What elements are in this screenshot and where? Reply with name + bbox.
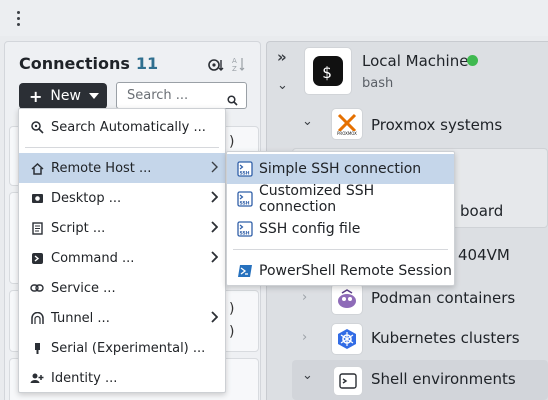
shell-icon xyxy=(333,366,363,396)
collapse-all-icon[interactable]: » xyxy=(277,48,287,66)
text-fragment: ) xyxy=(229,324,235,340)
command-icon xyxy=(29,250,45,266)
local-machine-label[interactable]: Local Machine xyxy=(362,52,468,70)
chevron-right-icon xyxy=(210,221,219,237)
search-icon xyxy=(227,90,238,115)
chevron-down-icon[interactable]: ⌄ xyxy=(302,114,313,129)
menu-item-script[interactable]: Script ... xyxy=(19,213,225,243)
menu-item-label: Remote Host ... xyxy=(51,160,152,176)
home-icon xyxy=(29,160,45,176)
menu-separator xyxy=(25,147,219,148)
search-auto-icon xyxy=(29,119,45,135)
new-button-label: New xyxy=(50,88,81,104)
svg-text:SSH: SSH xyxy=(240,171,250,177)
submenu-item-powershell[interactable]: PowerShell Remote Session xyxy=(227,256,454,286)
sort-controls: AZ xyxy=(208,56,246,76)
dropdown-caret-icon xyxy=(89,93,99,99)
menu-item-label: Identity ... xyxy=(51,370,118,386)
menu-item-remote-host[interactable]: Remote Host ... xyxy=(19,153,225,183)
menu-item-label: Script ... xyxy=(51,220,106,236)
chevron-down-icon[interactable]: ⌄ xyxy=(277,78,288,93)
submenu-item-label: Customized SSH connection xyxy=(259,183,375,215)
menu-item-label: Desktop ... xyxy=(51,190,122,206)
new-menu: Search Automatically ... Remote Host ...… xyxy=(18,108,226,393)
sort-alphabetical-icon[interactable]: AZ xyxy=(232,56,246,76)
text-fragment: ) xyxy=(229,134,235,150)
chevron-down-icon[interactable]: ⌄ xyxy=(302,368,313,383)
svg-text:SSH: SSH xyxy=(240,201,250,207)
sort-by-status-icon[interactable] xyxy=(208,57,224,76)
tree-item-fragment[interactable]: board xyxy=(460,202,503,220)
serial-icon xyxy=(29,340,45,356)
proxmox-systems-label[interactable]: Proxmox systems xyxy=(371,116,502,134)
submenu-item-simple-ssh[interactable]: SSH Simple SSH connection xyxy=(227,154,454,184)
menu-item-identity[interactable]: Identity ... xyxy=(19,363,225,393)
podman-icon xyxy=(331,283,363,315)
search-placeholder: Search ... xyxy=(127,88,189,103)
chevron-right-icon[interactable]: › xyxy=(302,290,307,305)
menu-item-serial[interactable]: Serial (Experimental) ... xyxy=(19,333,225,363)
script-icon xyxy=(29,220,45,236)
shell-environments-label[interactable]: Shell environments xyxy=(371,370,516,388)
menu-item-command[interactable]: Command ... xyxy=(19,243,225,273)
chevron-right-icon[interactable]: › xyxy=(302,330,307,345)
desktop-icon xyxy=(29,190,45,206)
ssh-icon: SSH xyxy=(237,191,253,207)
chevron-right-icon xyxy=(210,311,219,327)
chevron-right-icon xyxy=(210,161,218,177)
search-input[interactable]: Search ... xyxy=(116,82,247,109)
connections-count: 11 xyxy=(135,54,159,73)
menu-item-search-automatically[interactable]: Search Automatically ... xyxy=(19,112,225,142)
menu-item-desktop[interactable]: Desktop ... xyxy=(19,183,225,213)
kubernetes-icon xyxy=(331,323,363,355)
connections-title-text: Connections xyxy=(19,54,130,73)
kubernetes-clusters-label[interactable]: Kubernetes clusters xyxy=(371,329,520,347)
submenu-item-label: SSH config file xyxy=(259,221,361,237)
menu-separator xyxy=(233,249,448,250)
ssh-icon: SSH xyxy=(237,221,253,237)
powershell-icon xyxy=(237,263,253,279)
menu-item-label: Search Automatically ... xyxy=(51,119,206,135)
ssh-icon: SSH xyxy=(237,161,253,177)
menu-item-label: Tunnel ... xyxy=(51,310,110,326)
service-link-icon xyxy=(29,280,45,296)
new-button[interactable]: + New xyxy=(19,83,107,109)
submenu-item-label: PowerShell Remote Session xyxy=(259,263,452,279)
top-bar xyxy=(0,0,548,36)
svg-text:$: $ xyxy=(322,63,332,82)
proxmox-icon: PROXMOX xyxy=(331,108,363,140)
status-online-icon xyxy=(467,55,478,66)
menu-item-tunnel[interactable]: Tunnel ... xyxy=(19,303,225,333)
chevron-right-icon xyxy=(210,251,219,267)
submenu-item-label: Simple SSH connection xyxy=(259,161,422,177)
svg-text:PROXMOX: PROXMOX xyxy=(337,131,357,136)
connections-title: Connections 11 xyxy=(19,54,158,73)
svg-text:A: A xyxy=(232,57,237,65)
chevron-right-icon xyxy=(210,191,219,207)
svg-text:Z: Z xyxy=(232,65,237,72)
menu-item-service[interactable]: Service ... xyxy=(19,273,225,303)
podman-containers-label[interactable]: Podman containers xyxy=(371,289,515,307)
terminal-app-icon: $ xyxy=(304,47,352,95)
plus-icon: + xyxy=(29,86,43,106)
menu-item-label: Serial (Experimental) ... xyxy=(51,340,206,356)
submenu-item-ssh-config[interactable]: SSH SSH config file xyxy=(227,214,454,244)
remote-host-submenu: SSH Simple SSH connection SSH Customized… xyxy=(226,151,455,286)
tunnel-icon xyxy=(29,310,45,326)
local-machine-shell: bash xyxy=(362,76,394,91)
kebab-menu-icon[interactable] xyxy=(10,8,26,28)
tree-item-fragment[interactable]: 404VM xyxy=(458,246,510,264)
svg-text:SSH: SSH xyxy=(240,231,250,237)
menu-item-label: Service ... xyxy=(51,280,116,296)
identity-icon xyxy=(29,370,45,386)
submenu-item-customized-ssh[interactable]: SSH Customized SSH connection xyxy=(227,183,454,215)
text-fragment: ) xyxy=(229,301,235,317)
menu-item-label: Command ... xyxy=(51,250,135,266)
